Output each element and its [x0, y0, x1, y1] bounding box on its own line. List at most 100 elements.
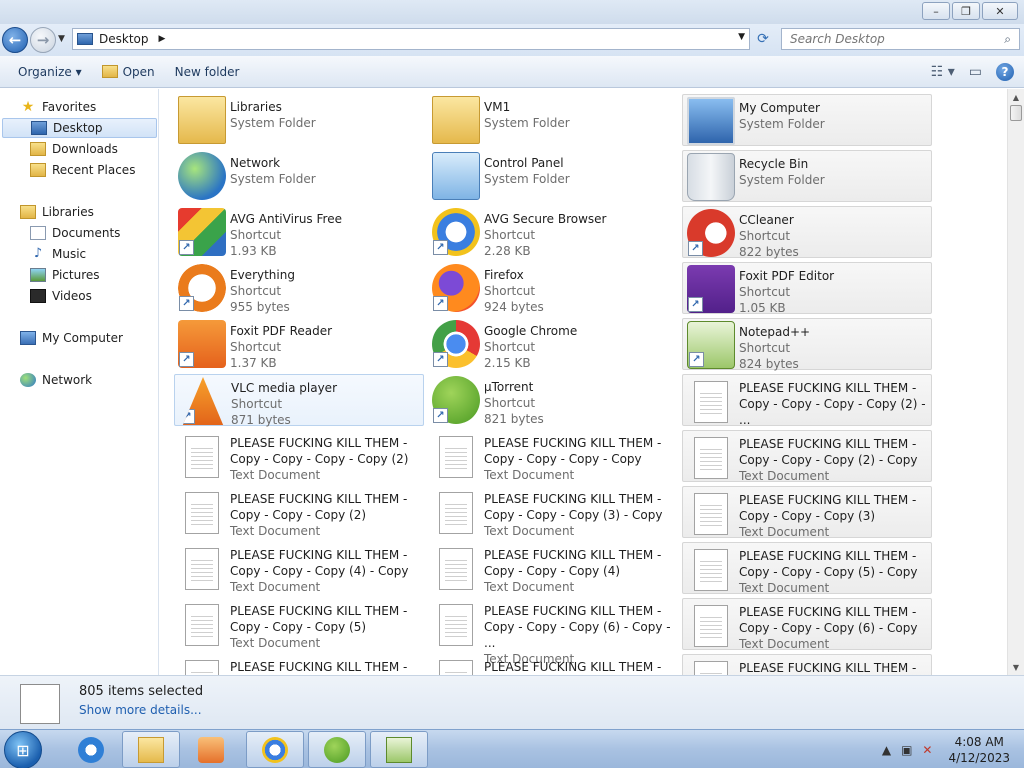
file-item[interactable]: ↗ Notepad++ Shortcut 824 bytes	[682, 318, 932, 371]
nav-desktop[interactable]: Desktop	[2, 118, 157, 138]
change-view-icon[interactable]: ☷ ▾	[931, 64, 955, 80]
show-more-details-link[interactable]: Show more details...	[79, 703, 202, 717]
vlc-icon: ↗	[182, 377, 224, 425]
nav-documents[interactable]: Documents	[30, 223, 120, 243]
minimize-button[interactable]: –	[922, 2, 950, 20]
file-item-text: PLEASE FUCKING KILL THEM - Copy - Copy - …	[484, 435, 676, 483]
taskbar-media-player[interactable]	[182, 731, 240, 768]
new-folder-button[interactable]: New folder	[165, 56, 250, 87]
file-item[interactable]: PLEASE FUCKING KILL THEM -	[174, 654, 424, 675]
clock[interactable]: 4:08 AM 4/12/2023	[948, 734, 1010, 766]
recent-pages-dropdown[interactable]: ▼	[58, 34, 65, 44]
file-item[interactable]: My Computer System Folder	[682, 94, 932, 146]
nav-libraries[interactable]: Libraries	[20, 202, 94, 222]
file-item-text: My Computer System Folder	[739, 100, 931, 132]
nav-my-computer[interactable]: My Computer	[20, 328, 123, 348]
file-item-sub1: Shortcut	[739, 229, 791, 243]
taskbar-utorrent[interactable]	[308, 731, 366, 768]
taskbar-internet-explorer[interactable]	[62, 731, 120, 768]
address-dropdown-icon[interactable]: ▼	[738, 32, 745, 42]
nav-network[interactable]: Network	[20, 370, 92, 390]
taskbar-avg-browser[interactable]	[246, 731, 304, 768]
close-button[interactable]: ✕	[982, 2, 1018, 20]
file-item-sub1: Copy - Copy - Copy - Copy	[484, 452, 642, 466]
search-box[interactable]: ⌕	[781, 28, 1020, 50]
help-icon[interactable]: ?	[996, 63, 1014, 81]
maximize-button[interactable]: ❐	[952, 2, 980, 20]
file-item[interactable]: ↗ CCleaner Shortcut 822 bytes	[682, 206, 932, 259]
volume-muted-icon[interactable]: ✕	[922, 743, 932, 757]
file-item[interactable]: ↗ Google Chrome Shortcut 2.15 KB	[428, 318, 678, 370]
file-item[interactable]: PLEASE FUCKING KILL THEM - Copy - Copy - …	[428, 542, 678, 594]
back-button[interactable]: ←	[2, 27, 28, 53]
file-item[interactable]: PLEASE FUCKING KILL THEM - Copy - Copy - …	[428, 430, 678, 482]
file-item[interactable]: ↗ AVG AntiVirus Free Shortcut 1.93 KB	[174, 206, 424, 258]
file-item[interactable]: PLEASE FUCKING KILL THEM - Copy - Copy - …	[682, 374, 932, 443]
shortcut-arrow-icon: ↗	[179, 352, 194, 367]
file-item[interactable]: PLEASE FUCKING KILL THEM - Copy - Copy - …	[428, 486, 678, 538]
file-item[interactable]: Recycle Bin System Folder	[682, 150, 932, 202]
file-item-sub1: Copy - Copy - Copy (3)	[739, 509, 876, 523]
search-input[interactable]	[790, 32, 1005, 46]
clock-time: 4:08 AM	[954, 734, 1004, 749]
open-button[interactable]: Open	[92, 56, 165, 87]
organize-button[interactable]: Organize ▾	[0, 56, 92, 87]
taskbar-notepadpp[interactable]	[370, 731, 428, 768]
breadcrumb-desktop[interactable]: Desktop	[99, 32, 149, 46]
scrollbar-thumb[interactable]	[1010, 105, 1022, 121]
nav-music[interactable]: ♪ Music	[30, 244, 86, 264]
file-item-name: PLEASE FUCKING KILL THEM -	[230, 436, 408, 450]
file-item[interactable]: Libraries System Folder	[174, 94, 424, 146]
nav-videos[interactable]: Videos	[30, 286, 92, 306]
file-item[interactable]: PLEASE FUCKING KILL THEM - Copy - Copy - …	[174, 430, 424, 482]
nav-pictures[interactable]: Pictures	[30, 265, 100, 285]
file-item[interactable]: Control Panel System Folder	[428, 150, 678, 202]
preview-pane-icon[interactable]: ▭	[969, 64, 982, 80]
refresh-button[interactable]: ⟳	[752, 31, 774, 49]
search-icon[interactable]: ⌕	[1004, 32, 1011, 47]
shortcut-arrow-icon: ↗	[182, 409, 195, 424]
file-item[interactable]: PLEASE FUCKING KILL THEM - Copy - Copy - …	[682, 542, 932, 595]
scroll-down-icon[interactable]: ▼	[1008, 659, 1024, 675]
file-item-name: Firefox	[484, 268, 524, 282]
file-item[interactable]: PLEASE FUCKING KILL THEM - Copy - Copy - …	[682, 430, 932, 483]
nav-favorites[interactable]: ★ Favorites	[20, 97, 97, 117]
forward-button[interactable]: →	[30, 27, 56, 53]
vertical-scrollbar[interactable]: ▲ ▼	[1007, 89, 1024, 675]
breadcrumb-arrow-icon[interactable]: ▶	[159, 34, 166, 44]
file-item[interactable]: ↗ Firefox Shortcut 924 bytes	[428, 262, 678, 314]
nav-recent-places[interactable]: Recent Places	[30, 160, 135, 180]
file-item[interactable]: PLEASE FUCKING KILL THEM - Copy - Copy - …	[174, 486, 424, 538]
network-status-icon[interactable]: ▣	[901, 743, 912, 757]
file-item[interactable]: PLEASE FUCKING KILL THEM - Copy - Copy - …	[174, 542, 424, 594]
file-item[interactable]: PLEASE FUCKING KILL THEM - Copy - Copy - …	[682, 598, 932, 651]
file-item[interactable]: PLEASE FUCKING KILL THEM - Copy - Copy - …	[428, 598, 678, 666]
file-item[interactable]: ↗ Everything Shortcut 955 bytes	[174, 262, 424, 314]
scroll-up-icon[interactable]: ▲	[1008, 89, 1024, 105]
file-item-text: Everything Shortcut 955 bytes	[230, 267, 422, 315]
foxit-editor-icon: ↗	[687, 265, 735, 313]
file-item[interactable]: ↗ AVG Secure Browser Shortcut 2.28 KB	[428, 206, 678, 258]
show-hidden-icons-icon[interactable]: ▲	[882, 743, 891, 757]
file-item[interactable]: ↗ VLC media player Shortcut 871 bytes	[174, 374, 424, 427]
file-item[interactable]: PLEASE FUCKING KILL THEM -	[428, 654, 678, 675]
file-item[interactable]: ↗ Foxit PDF Editor Shortcut 1.05 KB	[682, 262, 932, 315]
nav-downloads[interactable]: Downloads	[30, 139, 118, 159]
file-item-text: Google Chrome Shortcut 2.15 KB	[484, 323, 676, 371]
file-item[interactable]: ↗ µTorrent Shortcut 821 bytes	[428, 374, 678, 426]
file-item-text: AVG Secure Browser Shortcut 2.28 KB	[484, 211, 676, 259]
file-item-sub2: Text Document	[230, 468, 321, 482]
file-item-sub1: System Folder	[230, 116, 316, 130]
file-item[interactable]: PLEASE FUCKING KILL THEM - Copy - Copy - …	[174, 598, 424, 650]
file-item[interactable]: VM1 System Folder	[428, 94, 678, 146]
file-item-sub1: Copy - Copy - Copy (4)	[484, 564, 621, 578]
file-item[interactable]: ↗ Foxit PDF Reader Shortcut 1.37 KB	[174, 318, 424, 370]
start-button[interactable]: ⊞	[4, 731, 42, 768]
address-bar[interactable]: Desktop ▶ ▼	[72, 28, 750, 50]
taskbar-windows-explorer[interactable]	[122, 731, 180, 768]
file-item[interactable]: PLEASE FUCKING KILL THEM - Copy - Copy - …	[682, 486, 932, 539]
file-item[interactable]: Network System Folder	[174, 150, 424, 202]
text-document-icon	[185, 660, 219, 675]
file-item[interactable]: PLEASE FUCKING KILL THEM -	[682, 654, 932, 675]
shortcut-arrow-icon: ↗	[689, 352, 704, 367]
